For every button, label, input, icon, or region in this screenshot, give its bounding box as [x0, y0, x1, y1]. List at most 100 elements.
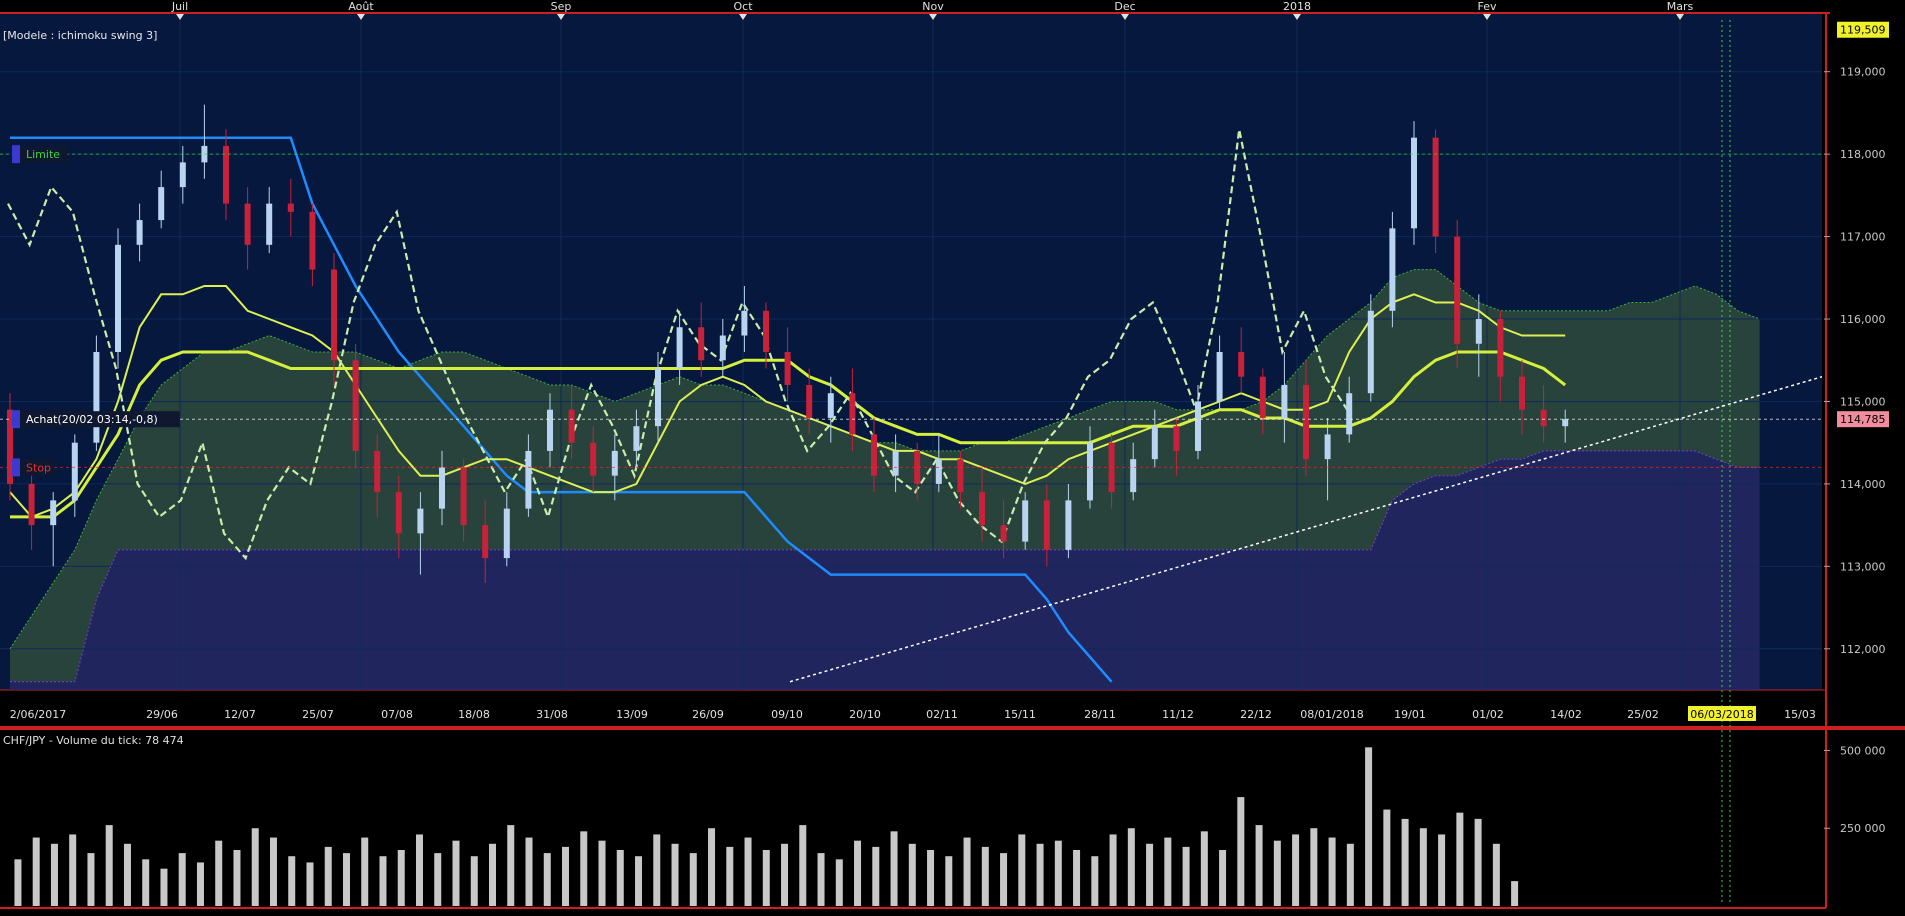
y-tick-label: 113,000	[1840, 560, 1886, 573]
volume-bar	[1091, 856, 1099, 906]
volume-bar	[1237, 797, 1245, 906]
volume-bar	[269, 837, 277, 906]
y-tick-label: 115,000	[1840, 395, 1886, 408]
date-label: 15/11	[1004, 708, 1036, 721]
volume-bar	[105, 825, 113, 906]
date-label: 02/11	[926, 708, 958, 721]
volume-bar	[50, 843, 58, 906]
y-tick-label: 112,000	[1840, 643, 1886, 656]
volume-bar	[525, 837, 533, 906]
month-label: Août	[348, 0, 374, 13]
volume-bar	[562, 846, 570, 906]
candle-body	[719, 335, 726, 361]
volume-bar	[580, 831, 588, 906]
date-label: 29/06	[146, 708, 178, 721]
candle-body	[1022, 500, 1029, 542]
volume-bar	[872, 846, 880, 906]
volume-bar	[1492, 843, 1500, 906]
candle-body	[395, 492, 402, 534]
volume-bar	[69, 834, 77, 906]
date-label: 18/08	[458, 708, 490, 721]
date-label: 20/10	[849, 708, 881, 721]
model-label: [Modele : ichimoku swing 3]	[3, 29, 157, 42]
volume-bar	[233, 850, 241, 906]
candle-body	[590, 442, 597, 476]
candle-body	[1238, 352, 1245, 377]
volume-bar	[817, 853, 825, 906]
volume-bar	[342, 853, 350, 906]
order-level-marker	[12, 458, 20, 477]
volume-tick-label: 500 000	[1840, 744, 1886, 757]
y-tick-label: 114,000	[1840, 478, 1886, 491]
volume-bar	[1419, 828, 1427, 906]
volume-bar	[1310, 828, 1318, 906]
candle-body	[1173, 426, 1180, 451]
volume-bar	[196, 862, 204, 906]
volume-bar	[397, 850, 405, 906]
date-label: 08/01/2018	[1300, 708, 1363, 721]
volume-bar	[379, 856, 387, 906]
volume-bar	[123, 843, 131, 906]
month-label: Sep	[551, 0, 572, 13]
volume-bar	[87, 853, 95, 906]
candle-body	[1281, 384, 1288, 418]
candle-body	[1303, 384, 1309, 460]
volume-bar	[1328, 837, 1336, 906]
candle-body	[287, 203, 294, 212]
volume-bar	[1383, 809, 1391, 906]
volume-bar	[981, 846, 989, 906]
candle-body	[1130, 459, 1137, 493]
candle-body	[1259, 376, 1266, 418]
volume-bar	[762, 850, 770, 906]
volume-bar	[671, 843, 679, 906]
volume-bar	[1401, 818, 1409, 906]
volume-bar	[1255, 825, 1263, 906]
candle-body	[1367, 310, 1374, 394]
candle-body	[784, 352, 791, 385]
candle-body	[482, 525, 489, 559]
volume-bar	[945, 856, 953, 906]
date-label: 26/09	[692, 708, 724, 721]
order-level-label: Stop	[26, 461, 51, 474]
candle-body	[1087, 442, 1093, 501]
candle-body	[1151, 426, 1158, 460]
candle-body	[633, 426, 640, 451]
volume-bar	[1474, 818, 1482, 906]
candle-body	[374, 450, 381, 493]
candle-body	[28, 483, 35, 526]
price-badge-text: 119,509	[1840, 24, 1886, 37]
candle-body	[460, 467, 467, 526]
date-label: 25/07	[302, 708, 334, 721]
volume-bar	[32, 837, 40, 906]
candle-body	[244, 203, 251, 245]
candle-body	[611, 450, 618, 476]
month-label: Oct	[733, 0, 753, 13]
volume-bar	[1054, 840, 1062, 906]
volume-bar	[1127, 828, 1135, 906]
volume-bar	[543, 853, 551, 906]
volume-bar	[215, 840, 223, 906]
volume-bar	[1073, 850, 1081, 906]
candle-body	[1065, 500, 1072, 550]
volume-bar	[927, 850, 935, 906]
candle-body	[525, 450, 532, 509]
volume-bar	[963, 837, 971, 906]
month-label: Nov	[922, 0, 944, 13]
volume-bar	[653, 834, 661, 906]
order-level-label: Achat(20/02 03:14,-0,8)	[26, 413, 158, 426]
volume-bar	[324, 846, 332, 906]
month-label: Juil	[171, 0, 188, 13]
candle-body	[71, 442, 78, 501]
volume-bar	[1200, 831, 1208, 906]
candle-body	[935, 459, 942, 484]
volume-bar	[251, 828, 259, 906]
volume-bar	[799, 825, 807, 906]
y-tick-label: 119,000	[1840, 66, 1886, 79]
candle-body	[1432, 137, 1439, 237]
candle-body	[1324, 434, 1331, 460]
volume-bar	[635, 856, 643, 906]
date-label: 11/12	[1162, 708, 1194, 721]
date-label: 09/10	[771, 708, 803, 721]
volume-bar	[1146, 843, 1154, 906]
volume-bar	[744, 837, 752, 906]
